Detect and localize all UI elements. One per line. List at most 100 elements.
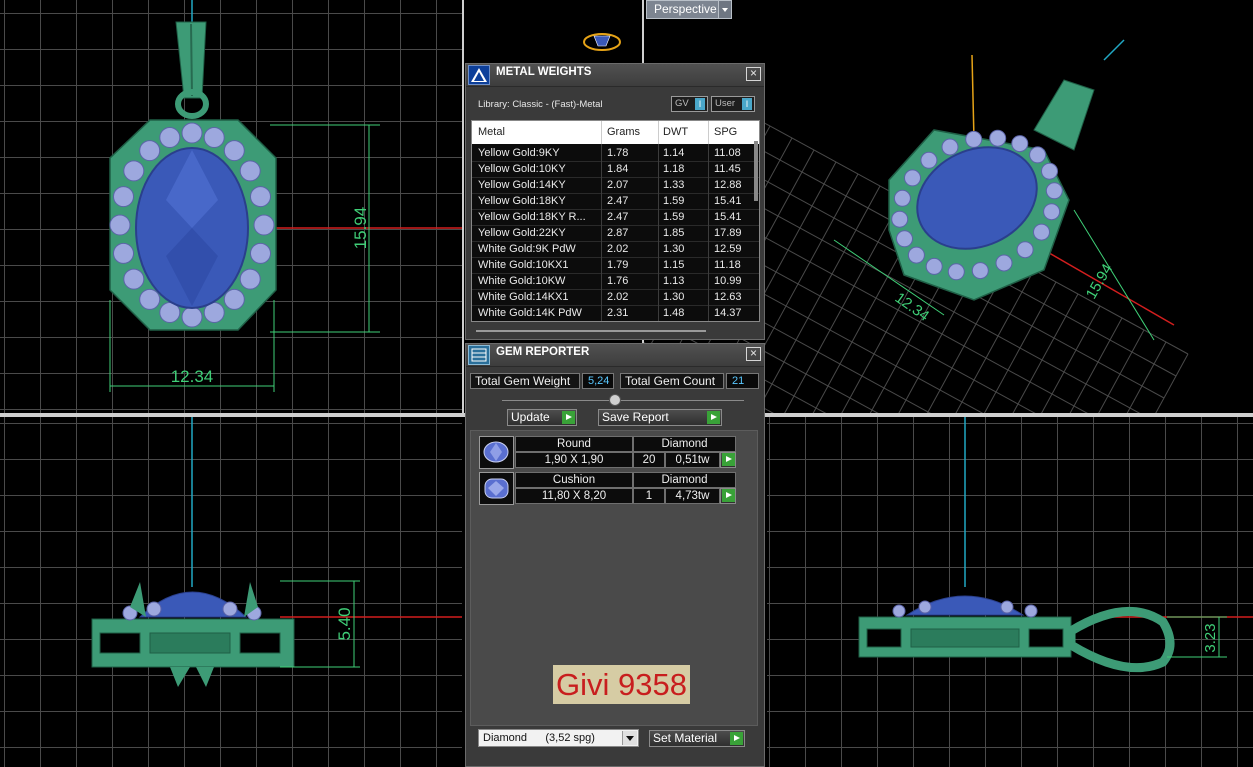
front-view-model: 15.94 12.34 <box>109 0 462 392</box>
halo-stone <box>181 306 203 328</box>
gem-select-button[interactable] <box>720 452 736 468</box>
col-header-spg[interactable]: SPG <box>714 126 737 138</box>
spg-cell: 11.18 <box>714 259 741 271</box>
close-icon[interactable]: × <box>746 67 761 81</box>
table-row[interactable]: White Gold:10KX1 1.79 1.15 11.18 <box>472 257 759 274</box>
col-header-grams[interactable]: Grams <box>607 126 640 138</box>
play-icon <box>562 411 575 424</box>
halo-stone <box>904 169 921 187</box>
viewport-front[interactable]: 15.94 12.34 <box>0 0 462 413</box>
gv-toggle[interactable]: GV I <box>671 96 708 112</box>
save-report-button-label: Save Report <box>602 410 669 424</box>
spg-cell: 14.37 <box>714 307 742 319</box>
table-row[interactable]: White Gold:14K PdW 2.31 1.48 14.37 <box>472 305 759 321</box>
metal-weights-title: METAL WEIGHTS <box>496 66 592 78</box>
halo-stone <box>250 242 271 264</box>
table-row[interactable]: White Gold:9K PdW 2.02 1.30 12.59 <box>472 241 759 258</box>
table-row[interactable]: Yellow Gold:10KY 1.84 1.18 11.45 <box>472 161 759 178</box>
grams-cell: 1.76 <box>607 275 629 287</box>
perspective-dropdown[interactable]: Perspective <box>646 0 732 19</box>
table-row[interactable]: White Gold:14KX1 2.02 1.30 12.63 <box>472 289 759 306</box>
grams-cell: 2.47 <box>607 211 629 223</box>
gem-weight: 4,73tw <box>665 488 720 504</box>
table-row[interactable]: Yellow Gold:9KY 1.78 1.14 11.08 <box>472 145 759 162</box>
user-toggle[interactable]: User I <box>711 96 755 112</box>
table-horizontal-scrollbar[interactable] <box>476 330 706 332</box>
dwt-cell: 1.59 <box>663 211 685 223</box>
table-row[interactable]: Yellow Gold:18KY R... 2.47 1.59 15.41 <box>472 209 759 226</box>
halo-stone <box>1011 135 1029 153</box>
viewport-side-right[interactable]: 3.23 <box>767 417 1253 767</box>
grams-cell: 2.02 <box>607 291 629 303</box>
metal-cell: Yellow Gold:9KY <box>478 147 560 159</box>
halo-stone <box>1041 162 1058 180</box>
spg-cell: 15.41 <box>714 195 742 207</box>
halo-stone <box>159 127 181 148</box>
halo-stone <box>113 186 134 208</box>
halo-stone <box>203 127 225 148</box>
halo-stone <box>1016 241 1034 259</box>
collapse-toggle-icon[interactable] <box>609 394 621 406</box>
halo-stone <box>995 254 1013 272</box>
update-button-label: Update <box>511 410 550 424</box>
gem-shape: Cushion <box>515 472 633 488</box>
gem-thumbnail-icon <box>479 472 514 505</box>
set-material-button-label: Set Material <box>653 731 718 745</box>
table-row[interactable]: Yellow Gold:22KY 2.87 1.85 17.89 <box>472 225 759 242</box>
close-icon[interactable]: × <box>746 347 761 361</box>
viewport-divider-v1[interactable] <box>462 0 464 413</box>
play-icon <box>722 453 735 466</box>
spg-cell: 11.08 <box>714 147 741 159</box>
dwt-cell: 1.48 <box>663 307 685 319</box>
gem-size: 1,90 X 1,90 <box>515 452 633 468</box>
gem-reporter-titlebar[interactable]: GEM REPORTER × <box>466 344 764 367</box>
halo-stone <box>1043 203 1061 221</box>
col-header-metal[interactable]: Metal <box>478 126 505 138</box>
metal-weights-table[interactable]: Metal Grams DWT SPG Yellow Gold:9KY 1.78 1… <box>471 120 760 322</box>
gem-select-button[interactable] <box>720 488 736 504</box>
spg-cell: 17.89 <box>714 227 742 239</box>
halo-stone <box>989 129 1007 147</box>
gem-thumbnail-icon <box>479 436 514 469</box>
table-vertical-scrollbar[interactable] <box>754 141 758 201</box>
side-right-view-model: 3.23 <box>858 417 1253 673</box>
metal-cell: Yellow Gold:18KY <box>478 195 566 207</box>
table-row[interactable]: Yellow Gold:18KY 2.47 1.59 15.41 <box>472 193 759 210</box>
table-row[interactable]: Yellow Gold:14KY 2.07 1.33 12.88 <box>472 177 759 194</box>
gem-reporter-title: GEM REPORTER <box>496 346 590 358</box>
gem-reporter-panel: GEM REPORTER × Total Gem Weight 5,24 Tot… <box>465 343 765 767</box>
material-select[interactable]: Diamond (3,52 spg) <box>478 729 639 747</box>
total-gem-weight-value: 5,24 <box>582 373 614 389</box>
table-row[interactable]: White Gold:10KW 1.76 1.13 10.99 <box>472 273 759 290</box>
gem-row[interactable]: Round Diamond 1,90 X 1,90 20 0,51tw <box>479 436 737 469</box>
halo-stone <box>920 151 938 169</box>
front-height-dim: 15.94 <box>351 207 370 250</box>
save-report-button[interactable]: Save Report <box>598 409 722 426</box>
metal-cell: Yellow Gold:22KY <box>478 227 566 239</box>
spg-cell: 12.63 <box>714 291 742 303</box>
perspective-label: Perspective <box>654 2 717 16</box>
material-select-value: Diamond (3,52 spg) <box>483 732 595 744</box>
col-header-dwt[interactable]: DWT <box>663 126 688 138</box>
halo-stone <box>250 186 271 208</box>
metal-cell: White Gold:10KW <box>478 275 566 287</box>
metal-cell: Yellow Gold:18KY R... <box>478 211 586 223</box>
side-height-right-dim: 3.23 <box>1202 623 1219 652</box>
halo-stone <box>223 140 245 162</box>
set-material-button[interactable]: Set Material <box>649 730 745 747</box>
dwt-cell: 1.30 <box>663 243 685 255</box>
gem-row[interactable]: Cushion Diamond 11,80 X 8,20 1 4,73tw <box>479 472 737 505</box>
play-icon <box>730 732 743 745</box>
watermark-label: Givi 9358 <box>553 665 690 704</box>
user-toggle-label: User <box>715 98 736 109</box>
halo-stone <box>907 246 925 264</box>
grams-cell: 1.79 <box>607 259 629 271</box>
halo-stone <box>1045 182 1063 200</box>
spg-cell: 12.88 <box>714 179 742 191</box>
halo-stone <box>109 214 131 236</box>
metal-weights-titlebar[interactable]: METAL WEIGHTS × <box>466 64 764 87</box>
spg-cell: 10.99 <box>714 275 742 287</box>
halo-stone <box>896 230 913 248</box>
viewport-side-left[interactable]: 5.40 <box>0 417 462 767</box>
update-button[interactable]: Update <box>507 409 577 426</box>
